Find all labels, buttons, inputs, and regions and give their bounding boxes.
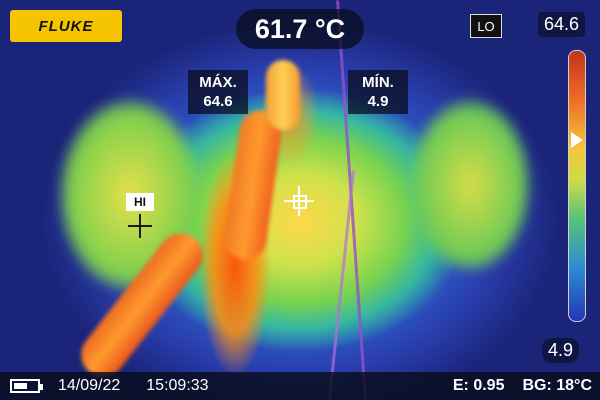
min-value: 4.9 (367, 93, 389, 110)
hi-marker-icon (128, 214, 152, 238)
scale-max-value: 64.6 (538, 12, 586, 37)
time-text: 15:09:33 (146, 377, 209, 394)
crosshair-icon[interactable] (284, 186, 314, 216)
brand-logo: FLUKE (10, 10, 122, 42)
max-label: MÁX. (199, 74, 237, 91)
thermal-image: FLUKE 61.7 °C LO 64.6 MÁX. 64.6 MÍN. 4.9… (0, 0, 600, 400)
battery-level (14, 383, 27, 389)
hot-pipe (266, 60, 300, 130)
background-temp-text[interactable]: BG: 18°C (522, 377, 592, 395)
date-text: 14/09/22 (58, 377, 121, 394)
status-bar: 14/09/22 15:09:33 E: 0.95 BG: 18°C (0, 372, 600, 400)
max-value: 64.6 (203, 93, 233, 110)
min-temperature-box: MÍN. 4.9 (348, 70, 408, 114)
scale-pointer-icon[interactable] (571, 131, 583, 148)
center-temperature-readout: 61.7 °C (236, 9, 364, 49)
scale-min-value: 4.9 (542, 338, 580, 363)
min-label: MÍN. (362, 74, 394, 91)
cable (327, 170, 356, 400)
engine-block (410, 100, 530, 270)
emissivity-text[interactable]: E: 0.95 (453, 377, 505, 395)
range-mode-badge[interactable]: LO (470, 14, 502, 38)
hot-pipe (221, 107, 285, 263)
color-scale-bar[interactable] (568, 50, 586, 322)
max-temperature-box: MÁX. 64.6 (188, 70, 248, 114)
hi-marker-label: HI (126, 193, 154, 211)
battery-icon (10, 379, 43, 393)
